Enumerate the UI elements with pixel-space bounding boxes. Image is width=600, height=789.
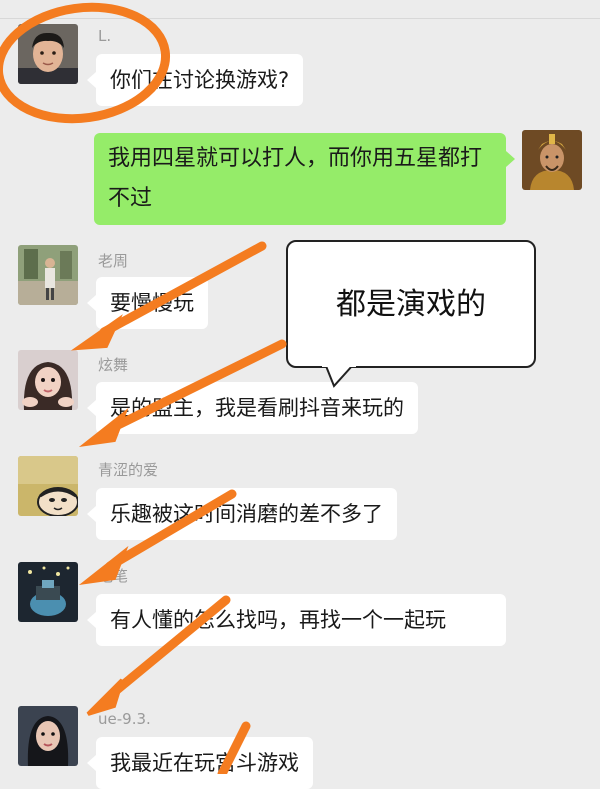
outdoor-person-avatar-icon	[18, 245, 78, 305]
sender-name: 青涩的爱	[98, 461, 159, 479]
avatar-ue[interactable]	[18, 706, 78, 766]
message-bubble[interactable]: 有人懂的怎么找吗，再找一个一起玩	[87, 594, 506, 646]
sender-name: ue-9.3.	[98, 710, 151, 728]
avatar-laozhou[interactable]	[18, 245, 78, 305]
sender-name: 老周	[98, 252, 129, 270]
sender-name: 炫舞	[98, 356, 129, 374]
message-bubble[interactable]: 要慢慢玩	[87, 277, 208, 329]
avatar-maobi[interactable]	[18, 562, 78, 622]
avatar-qingse[interactable]	[18, 456, 78, 516]
woman-avatar-icon	[18, 706, 78, 766]
cartoon-avatar-icon	[18, 456, 78, 516]
sender-name: L.	[98, 27, 112, 45]
warrior-avatar-icon	[522, 130, 582, 190]
message-bubble[interactable]: 是的盟主，我是看刷抖音来玩的	[87, 382, 418, 434]
message-bubble[interactable]: 你们在讨论换游戏?	[86, 54, 304, 106]
avatar-l[interactable]	[18, 24, 78, 84]
avatar-self[interactable]	[522, 130, 582, 190]
arrowhead-4	[86, 678, 124, 716]
top-divider	[0, 18, 600, 19]
girl-avatar-icon	[18, 350, 78, 410]
message-bubble[interactable]: 乐趣被这时间消磨的差不多了	[87, 488, 397, 540]
sender-name: 毛笔	[98, 567, 129, 585]
boy-avatar-icon	[18, 24, 78, 84]
night-scene-avatar-icon	[18, 562, 78, 622]
my-message-bubble[interactable]: 我用四星就可以打人，而你用五星都打不过	[94, 133, 515, 225]
avatar-xuanwu[interactable]	[18, 350, 78, 410]
message-bubble[interactable]: 我最近在玩宫斗游戏	[87, 737, 313, 789]
speech-callout: 都是演戏的	[286, 240, 536, 368]
